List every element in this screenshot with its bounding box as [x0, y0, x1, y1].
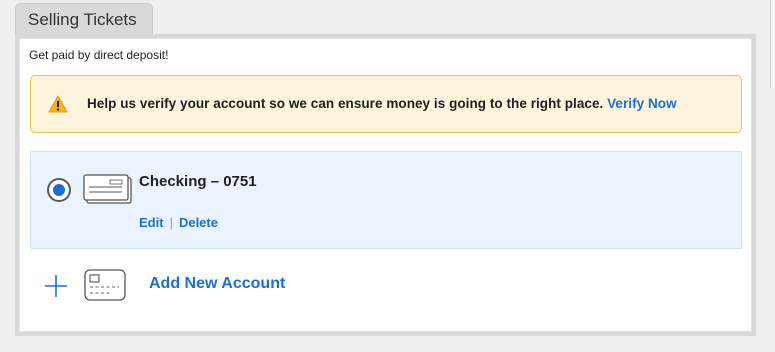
actions-separator: |	[169, 215, 173, 230]
alert-message: Help us verify your account so we can en…	[87, 96, 608, 111]
tab-label: Selling Tickets	[28, 10, 137, 29]
direct-deposit-panel: Get paid by direct deposit! Help us veri…	[15, 34, 756, 336]
alert-message-text: Help us verify your account so we can en…	[87, 96, 677, 111]
card-icon	[84, 269, 126, 301]
delete-account-link[interactable]: Delete	[179, 215, 218, 230]
account-name: Checking – 0751	[139, 173, 257, 190]
account-radio[interactable]	[47, 178, 71, 202]
edit-account-link[interactable]: Edit	[139, 215, 164, 230]
account-actions: Edit | Delete	[139, 215, 218, 230]
tab-selling-tickets[interactable]: Selling Tickets	[15, 3, 153, 35]
verify-now-link[interactable]: Verify Now	[607, 96, 677, 111]
account-row-checking[interactable]: Checking – 0751 Edit | Delete	[30, 151, 742, 249]
radio-selected-dot	[53, 184, 65, 196]
add-account-row[interactable]: Add New Account	[30, 265, 742, 309]
verify-alert: Help us verify your account so we can en…	[30, 75, 742, 133]
add-new-account-link[interactable]: Add New Account	[149, 275, 285, 293]
panel-subtitle: Get paid by direct deposit!	[29, 48, 169, 62]
warning-icon	[48, 95, 68, 113]
panel-content: Get paid by direct deposit! Help us veri…	[19, 38, 752, 332]
scrollbar[interactable]	[770, 0, 775, 88]
plus-icon[interactable]	[43, 273, 69, 299]
check-icon	[83, 174, 132, 204]
